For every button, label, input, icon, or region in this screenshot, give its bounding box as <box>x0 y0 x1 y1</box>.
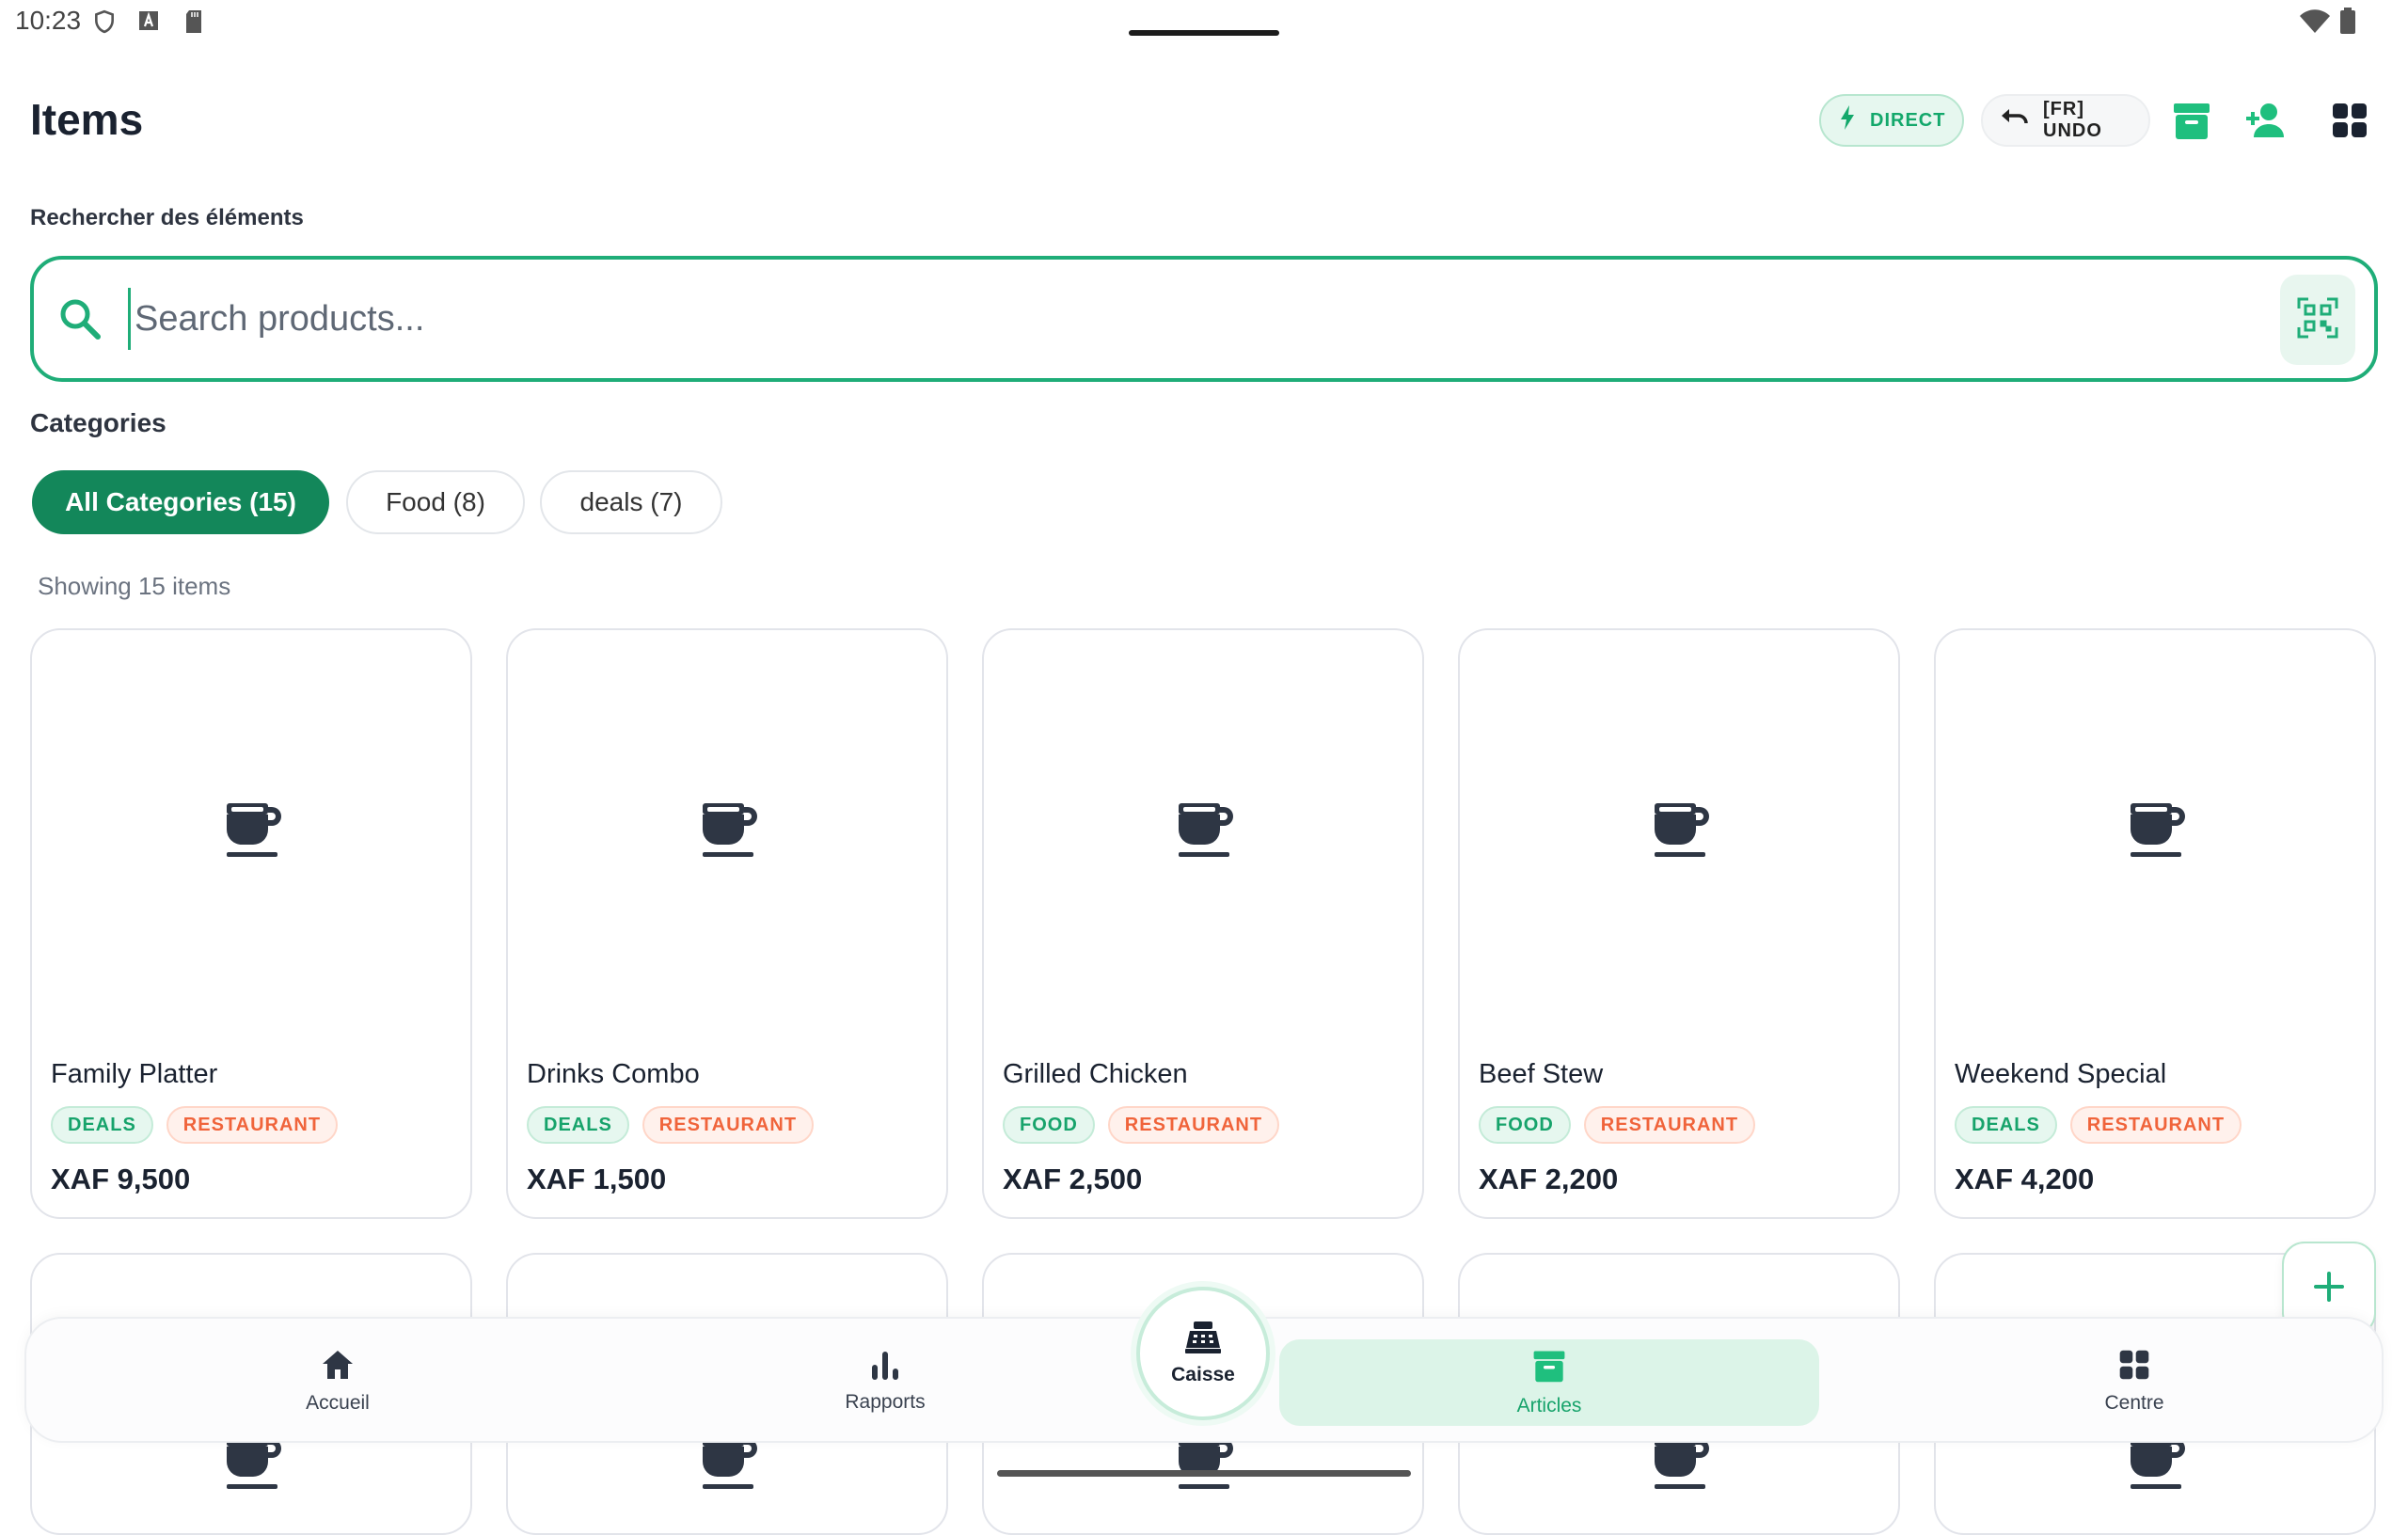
grid-icon[interactable] <box>2327 98 2372 143</box>
category-chip-food[interactable]: Food (8) <box>346 470 525 534</box>
product-name: Weekend Special <box>1955 1059 2167 1089</box>
product-tag: DEALS <box>1955 1106 2057 1144</box>
product-tag: RESTAURANT <box>1107 1106 1280 1144</box>
nav-label: Centre <box>2104 1392 2164 1414</box>
search-label: Rechercher des éléments <box>30 205 304 230</box>
product-tag: DEALS <box>51 1106 153 1144</box>
product-name: Grilled Chicken <box>1003 1059 1188 1089</box>
bar-chart-icon <box>871 1350 899 1385</box>
undo-label: [FR] UNDO <box>2043 99 2102 141</box>
shield-icon <box>92 9 117 34</box>
direct-mode-button[interactable]: DIRECT <box>1819 94 1964 147</box>
nav-item-rapports[interactable]: Rapports <box>749 1319 1022 1445</box>
product-tag: RESTAURANT <box>166 1106 339 1144</box>
search-icon <box>56 295 103 347</box>
product-name: Drinks Combo <box>527 1059 700 1089</box>
sd-card-icon <box>182 9 207 34</box>
product-tag: RESTAURANT <box>2069 1106 2242 1144</box>
search-box <box>30 256 2378 382</box>
archive-icon <box>1531 1348 1567 1389</box>
nav-item-articles[interactable]: Articles <box>1279 1339 1819 1426</box>
search-input[interactable] <box>128 288 2273 350</box>
product-card[interactable]: Grilled Chicken FOOD RESTAURANT XAF 2,50… <box>982 628 1424 1219</box>
undo-button[interactable]: [FR] UNDO <box>1981 94 2150 147</box>
product-tag: FOOD <box>1479 1106 1571 1144</box>
archive-icon[interactable] <box>2169 98 2214 143</box>
qr-scan-icon <box>2297 297 2338 343</box>
top-gesture-handle <box>1129 30 1279 36</box>
product-tag: RESTAURANT <box>1583 1106 1756 1144</box>
qr-scan-button[interactable] <box>2280 275 2355 365</box>
nav-label: Caisse <box>1171 1364 1235 1385</box>
coffee-cup-icon <box>1653 799 1713 864</box>
category-chip-deals[interactable]: deals (7) <box>540 470 722 534</box>
product-tag: RESTAURANT <box>642 1106 815 1144</box>
coffee-cup-icon <box>225 799 285 864</box>
status-bar: 10:23 <box>0 0 2408 47</box>
nav-item-centre[interactable]: Centre <box>1998 1319 2271 1445</box>
nav-label: Accueil <box>306 1392 370 1414</box>
nav-label: Rapports <box>845 1391 926 1413</box>
categories-label: Categories <box>30 408 166 437</box>
product-card[interactable]: Family Platter DEALS RESTAURANT XAF 9,50… <box>30 628 472 1219</box>
results-count: Showing 15 items <box>38 572 231 600</box>
product-name: Family Platter <box>51 1059 218 1089</box>
product-price: XAF 9,500 <box>51 1163 191 1195</box>
plus-icon <box>2312 1270 2346 1308</box>
wifi-icon <box>2299 8 2330 33</box>
coffee-cup-icon <box>2129 799 2189 864</box>
direct-label: DIRECT <box>1870 109 1946 131</box>
product-card[interactable]: Drinks Combo DEALS RESTAURANT XAF 1,500 <box>506 628 948 1219</box>
undo-icon <box>2000 106 2030 135</box>
product-price: XAF 2,500 <box>1003 1163 1143 1195</box>
grid-icon <box>2118 1349 2150 1386</box>
product-name: Beef Stew <box>1479 1059 1604 1089</box>
status-time: 10:23 <box>15 6 82 35</box>
nav-item-caisse[interactable]: Caisse <box>1136 1287 1270 1420</box>
nav-item-accueil[interactable]: Accueil <box>201 1319 474 1445</box>
product-price: XAF 4,200 <box>1955 1163 2095 1195</box>
product-card[interactable]: Weekend Special DEALS RESTAURANT XAF 4,2… <box>1934 628 2376 1219</box>
product-card[interactable]: Beef Stew FOOD RESTAURANT XAF 2,200 <box>1458 628 1900 1219</box>
font-icon <box>137 9 162 34</box>
coffee-cup-icon <box>701 799 761 864</box>
bottom-gesture-handle <box>997 1470 1411 1477</box>
coffee-cup-icon <box>1177 799 1237 864</box>
product-tag: DEALS <box>527 1106 629 1144</box>
category-chip-all[interactable]: All Categories (15) <box>32 470 329 534</box>
page-title: Items <box>30 95 144 144</box>
product-price: XAF 1,500 <box>527 1163 667 1195</box>
cash-register-icon <box>1184 1321 1222 1360</box>
bolt-icon <box>1838 104 1857 136</box>
battery-icon <box>2338 8 2363 34</box>
home-icon <box>321 1349 355 1386</box>
product-tag: FOOD <box>1003 1106 1095 1144</box>
product-price: XAF 2,200 <box>1479 1163 1619 1195</box>
add-person-icon[interactable] <box>2242 98 2288 143</box>
nav-label: Articles <box>1516 1395 1582 1416</box>
